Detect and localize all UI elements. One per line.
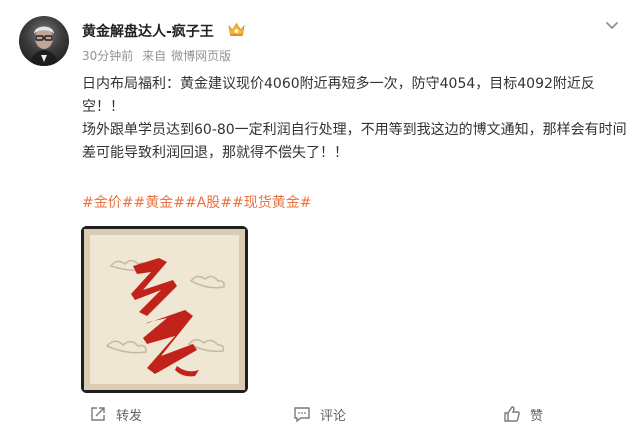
weibo-post: 黄金解盘达人-疯子王 30分钟前 来自 微博网页版 日内布局福利：黄金建议现价40… [0,0,641,437]
like-icon [504,406,520,422]
vip-crown-icon[interactable] [228,22,245,37]
topic-tag[interactable]: #现货黄金# [232,195,311,211]
post-text-line: 日内布局福利：黄金建议现价4060附近再短多一次，防守4054，目标4092附近… [82,76,595,115]
repost-label: 转发 [116,408,143,424]
comment-button[interactable]: 评论 [293,404,346,424]
post-text: 日内布局福利：黄金建议现价4060附近再短多一次，防守4054，目标4092附近… [82,73,627,165]
chevron-down-icon[interactable] [603,16,621,34]
like-label: 赞 [530,408,544,424]
comment-label: 评论 [320,408,347,424]
avatar[interactable] [19,16,69,66]
author-name[interactable]: 黄金解盘达人-疯子王 [82,21,214,41]
post-meta: 30分钟前 来自 微博网页版 [82,47,236,64]
like-button[interactable]: 赞 [503,404,543,424]
topic-tag[interactable]: #黄金# [133,195,184,211]
action-bar: 转发 评论 赞 [0,400,641,430]
tag-list: #金价##黄金##A股##现货黄金# [82,192,311,212]
repost-button[interactable]: 转发 [89,404,142,424]
topic-tag[interactable]: #金价# [82,195,133,211]
post-text-line: 场外跟单学员达到60-80一定利润自行处理，不用等到我这边的博文通知，那样会有时… [82,122,627,161]
comment-icon [294,407,310,423]
repost-icon [91,407,105,421]
post-source[interactable]: 微博网页版 [171,49,231,63]
post-image[interactable] [81,226,248,393]
source-prefix: 来自 [142,49,167,63]
topic-tag[interactable]: #A股# [185,195,232,211]
post-time[interactable]: 30分钟前 [82,49,133,63]
